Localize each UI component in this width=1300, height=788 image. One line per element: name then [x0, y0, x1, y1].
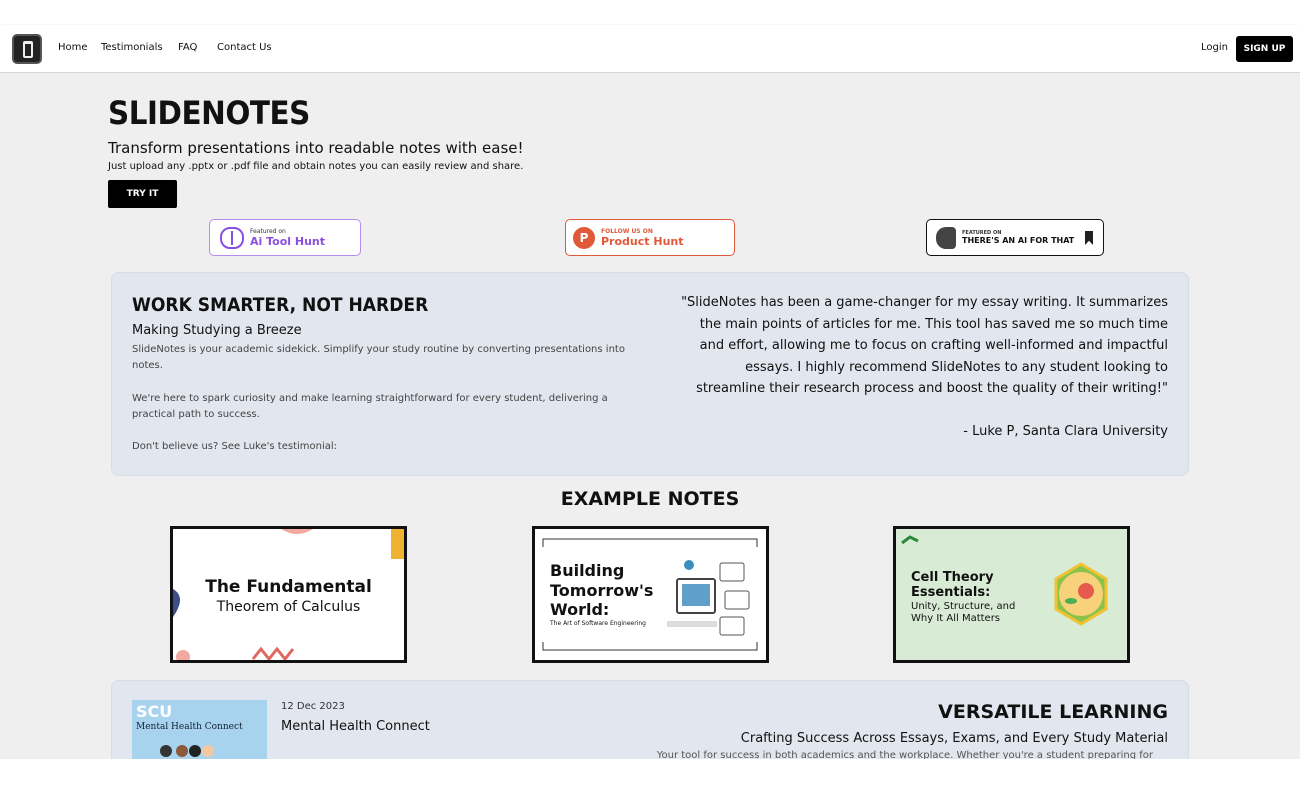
badge-small-label: Featured on: [250, 227, 286, 235]
example-note-calculus[interactable]: The Fundamental Theorem of Calculus: [170, 526, 407, 663]
hero-description: Just upload any .pptx or .pdf file and o…: [108, 161, 524, 172]
badge-big-label: Product Hunt: [601, 234, 684, 248]
example-note-subtitle: Theorem of Calculus: [216, 599, 361, 615]
people-illustration-icon: [160, 745, 214, 757]
badge-small-label: FEATURED ON: [962, 229, 1002, 236]
product-hunt-badge[interactable]: P FOLLOW US ON Product Hunt: [565, 219, 735, 256]
example-note-cell-theory[interactable]: Cell Theory Essentials: Unity, Structure…: [893, 526, 1130, 663]
example-note-title: The Fundamental: [205, 577, 372, 597]
scu-logo: SCU: [136, 702, 173, 721]
note-title[interactable]: Mental Health Connect: [281, 719, 430, 734]
brain-icon: [220, 226, 244, 249]
nav-faq-link[interactable]: FAQ: [178, 42, 197, 53]
hero-subtitle: Transform presentations into readable no…: [108, 139, 524, 157]
about-paragraph-3: Don't believe us? See Luke's testimonial…: [132, 441, 338, 452]
hero-title: SLIDENOTES: [108, 94, 310, 132]
signup-button[interactable]: SIGN UP: [1236, 36, 1293, 62]
example-note-software[interactable]: Building Tomorrow's World: The Art of So…: [532, 526, 769, 663]
top-navbar: Home Testimonials FAQ Contact Us Login S…: [0, 25, 1300, 73]
example-note-subtitle: Unity, Structure, and Why It All Matters: [911, 601, 1016, 624]
note-thumbnail-title: Mental Health Connect: [136, 722, 243, 732]
example-notes-title: EXAMPLE NOTES: [560, 488, 740, 510]
bookmark-icon: [1085, 231, 1093, 245]
nav-testimonials-link[interactable]: Testimonials: [101, 42, 163, 53]
nav-contact-link[interactable]: Contact Us: [217, 42, 272, 53]
example-note-title: Cell Theory Essentials:: [911, 570, 994, 600]
theres-an-ai-badge[interactable]: FEATURED ON THERE'S AN AI FOR THAT: [926, 219, 1104, 256]
about-title: WORK SMARTER, NOT HARDER: [132, 294, 429, 316]
login-button[interactable]: Login: [1201, 42, 1228, 53]
try-it-button[interactable]: TRY IT: [108, 180, 177, 208]
note-date: 12 Dec 2023: [281, 701, 345, 712]
testimonial-author: - Luke P, Santa Clara University: [963, 424, 1168, 439]
badge-big-label: Ai Tool Hunt: [250, 234, 325, 248]
app-logo[interactable]: [12, 34, 42, 64]
example-note-subtitle: The Art of Software Engineering: [550, 620, 646, 627]
versatile-description: Your tool for success in both academics …: [656, 750, 1153, 759]
nav-home-link[interactable]: Home: [58, 42, 88, 53]
about-paragraph-2: We're here to spark curiosity and make l…: [132, 393, 608, 420]
logo-figure-icon: [23, 41, 33, 58]
versatile-title: VERSATILE LEARNING: [938, 701, 1168, 723]
badge-big-label: THERE'S AN AI FOR THAT: [962, 235, 1075, 245]
about-subtitle: Making Studying a Breeze: [132, 323, 302, 338]
versatile-subtitle: Crafting Success Across Essays, Exams, a…: [740, 731, 1168, 746]
testimonial-quote: "SlideNotes has been a game-changer for …: [681, 295, 1168, 397]
viewport-bottom: [0, 759, 1300, 788]
product-hunt-icon: P: [573, 226, 595, 249]
badge-small-label: FOLLOW US ON: [601, 227, 653, 235]
example-note-title: Building Tomorrow's World:: [550, 561, 654, 619]
muscle-arm-icon: [936, 226, 956, 249]
about-paragraph-1: SlideNotes is your academic sidekick. Si…: [132, 344, 625, 371]
ai-tool-hunt-badge[interactable]: Featured on Ai Tool Hunt: [209, 219, 361, 256]
note-thumbnail[interactable]: SCU Mental Health Connect: [132, 700, 267, 760]
